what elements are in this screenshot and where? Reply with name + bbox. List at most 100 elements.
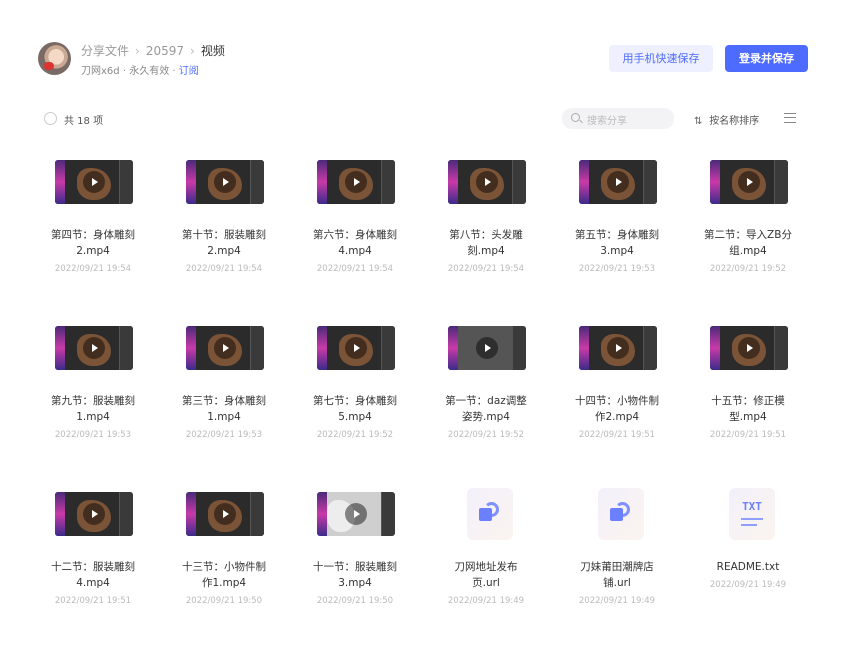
file-item[interactable]: 第四节：身体雕刻 2.mp4 2022/09/21 19:54	[28, 150, 158, 290]
file-name[interactable]: 十二节：服装雕刻 4.mp4	[33, 559, 153, 591]
file-item[interactable]: TXT README.txt 2022/09/21 19:49	[683, 482, 813, 622]
owner-name[interactable]: 刀网x6d	[81, 66, 120, 77]
play-icon[interactable]	[83, 337, 105, 359]
file-name-line: 1.mp4	[207, 411, 241, 423]
video-thumbnail[interactable]	[448, 326, 526, 370]
item-count: 共 18 项	[64, 116, 104, 127]
file-item[interactable]: 十一节：服装雕刻 3.mp4 2022/09/21 19:50	[290, 482, 420, 622]
breadcrumb-separator: ›	[190, 44, 195, 58]
play-icon[interactable]	[738, 337, 760, 359]
file-item[interactable]: 十二节：服装雕刻 4.mp4 2022/09/21 19:51	[28, 482, 158, 622]
file-name[interactable]: 刀网地址发布 页.url	[426, 559, 546, 591]
video-thumbnail[interactable]	[55, 326, 133, 370]
file-name[interactable]: 第一节：daz调整 姿势.mp4	[426, 393, 546, 425]
avatar[interactable]	[38, 42, 71, 75]
video-thumbnail[interactable]	[317, 492, 395, 536]
subscribe-link[interactable]: 订阅	[179, 66, 199, 77]
play-icon[interactable]	[738, 171, 760, 193]
play-icon[interactable]	[83, 171, 105, 193]
file-name[interactable]: 十三节：小物件制 作1.mp4	[164, 559, 284, 591]
video-thumbnail[interactable]	[710, 326, 788, 370]
link-file-icon[interactable]	[598, 488, 644, 540]
play-icon[interactable]	[607, 171, 629, 193]
file-item[interactable]: 第九节：服装雕刻 1.mp4 2022/09/21 19:53	[28, 316, 158, 456]
file-item[interactable]: 第七节：身体雕刻 5.mp4 2022/09/21 19:52	[290, 316, 420, 456]
video-thumbnail[interactable]	[55, 492, 133, 536]
file-name[interactable]: 第二节：导入ZB分 组.mp4	[688, 227, 808, 259]
quick-save-button[interactable]: 用手机快速保存	[609, 45, 713, 72]
video-thumbnail[interactable]	[186, 160, 264, 204]
play-icon[interactable]	[476, 337, 498, 359]
play-icon[interactable]	[214, 171, 236, 193]
file-item[interactable]: 刀网地址发布 页.url 2022/09/21 19:49	[421, 482, 551, 622]
file-name[interactable]: 第八节：头发雕 刻.mp4	[426, 227, 546, 259]
breadcrumb-folder[interactable]: 20597	[146, 44, 184, 58]
breadcrumb-current: 视频	[200, 44, 225, 58]
file-name[interactable]: 第四节：身体雕刻 2.mp4	[33, 227, 153, 259]
file-date: 2022/09/21 19:53	[54, 430, 132, 440]
file-item[interactable]: 第八节：头发雕 刻.mp4 2022/09/21 19:54	[421, 150, 551, 290]
play-icon[interactable]	[345, 171, 367, 193]
thumbnail-panel	[317, 492, 327, 536]
file-name[interactable]: 第十节：服装雕刻 2.mp4	[164, 227, 284, 259]
video-thumbnail[interactable]	[579, 326, 657, 370]
video-thumbnail[interactable]	[448, 160, 526, 204]
file-name[interactable]: 第六节：身体雕刻 4.mp4	[295, 227, 415, 259]
video-thumbnail[interactable]	[317, 326, 395, 370]
file-name-line: 1.mp4	[76, 411, 110, 423]
file-date: 2022/09/21 19:53	[185, 430, 263, 440]
file-name-line: 十二节：服装雕刻	[51, 561, 135, 573]
select-all-checkbox[interactable]	[44, 112, 57, 125]
list-view-icon[interactable]	[784, 113, 796, 123]
file-name-line: 刀网地址发布	[454, 561, 518, 573]
file-name-line: 3.mp4	[338, 577, 372, 589]
login-save-button[interactable]: 登录并保存	[725, 45, 808, 72]
play-icon[interactable]	[214, 337, 236, 359]
file-item[interactable]: 第十节：服装雕刻 2.mp4 2022/09/21 19:54	[159, 150, 289, 290]
file-date: 2022/09/21 19:50	[185, 596, 263, 606]
play-icon[interactable]	[345, 337, 367, 359]
video-thumbnail[interactable]	[710, 160, 788, 204]
file-name[interactable]: README.txt	[688, 559, 808, 575]
file-item[interactable]: 第三节：身体雕刻 1.mp4 2022/09/21 19:53	[159, 316, 289, 456]
file-item[interactable]: 十三节：小物件制 作1.mp4 2022/09/21 19:50	[159, 482, 289, 622]
txt-file-icon[interactable]: TXT	[729, 488, 775, 540]
file-item[interactable]: 第五节：身体雕刻 3.mp4 2022/09/21 19:53	[552, 150, 682, 290]
play-icon[interactable]	[345, 503, 367, 525]
play-icon[interactable]	[214, 503, 236, 525]
play-icon[interactable]	[83, 503, 105, 525]
file-name[interactable]: 刀妹莆田潮牌店 铺.url	[557, 559, 677, 591]
file-name-line: 第九节：服装雕刻	[51, 395, 135, 407]
video-thumbnail[interactable]	[186, 492, 264, 536]
thumbnail-panel	[381, 326, 395, 370]
thumbnail-panel	[774, 160, 788, 204]
file-name[interactable]: 第九节：服装雕刻 1.mp4	[33, 393, 153, 425]
thumbnail-panel	[710, 326, 720, 370]
video-thumbnail[interactable]	[55, 160, 133, 204]
file-name[interactable]: 第七节：身体雕刻 5.mp4	[295, 393, 415, 425]
play-icon[interactable]	[607, 337, 629, 359]
file-item[interactable]: 第二节：导入ZB分 组.mp4 2022/09/21 19:52	[683, 150, 813, 290]
file-name[interactable]: 十四节：小物件制 作2.mp4	[557, 393, 677, 425]
video-thumbnail[interactable]	[317, 160, 395, 204]
thumbnail-panel	[317, 160, 327, 204]
video-thumbnail[interactable]	[186, 326, 264, 370]
file-name[interactable]: 第五节：身体雕刻 3.mp4	[557, 227, 677, 259]
file-name[interactable]: 第三节：身体雕刻 1.mp4	[164, 393, 284, 425]
video-thumbnail[interactable]	[579, 160, 657, 204]
file-name-line: 5.mp4	[338, 411, 372, 423]
file-name[interactable]: 十一节：服装雕刻 3.mp4	[295, 559, 415, 591]
file-item[interactable]: 第六节：身体雕刻 4.mp4 2022/09/21 19:54	[290, 150, 420, 290]
breadcrumb-shared-files[interactable]: 分享文件	[81, 42, 129, 59]
search-input[interactable]: 搜索分享	[562, 108, 674, 129]
link-file-icon[interactable]	[467, 488, 513, 540]
file-item[interactable]: 十四节：小物件制 作2.mp4 2022/09/21 19:51	[552, 316, 682, 456]
play-icon[interactable]	[476, 171, 498, 193]
file-name[interactable]: 十五节：修正模 型.mp4	[688, 393, 808, 425]
thumbnail-panel	[186, 160, 196, 204]
file-name-line: 第七节：身体雕刻	[313, 395, 397, 407]
sort-button[interactable]: ⇅ 按名称排序	[694, 112, 759, 127]
file-item[interactable]: 第一节：daz调整 姿势.mp4 2022/09/21 19:52	[421, 316, 551, 456]
file-item[interactable]: 十五节：修正模 型.mp4 2022/09/21 19:51	[683, 316, 813, 456]
file-item[interactable]: 刀妹莆田潮牌店 铺.url 2022/09/21 19:49	[552, 482, 682, 622]
